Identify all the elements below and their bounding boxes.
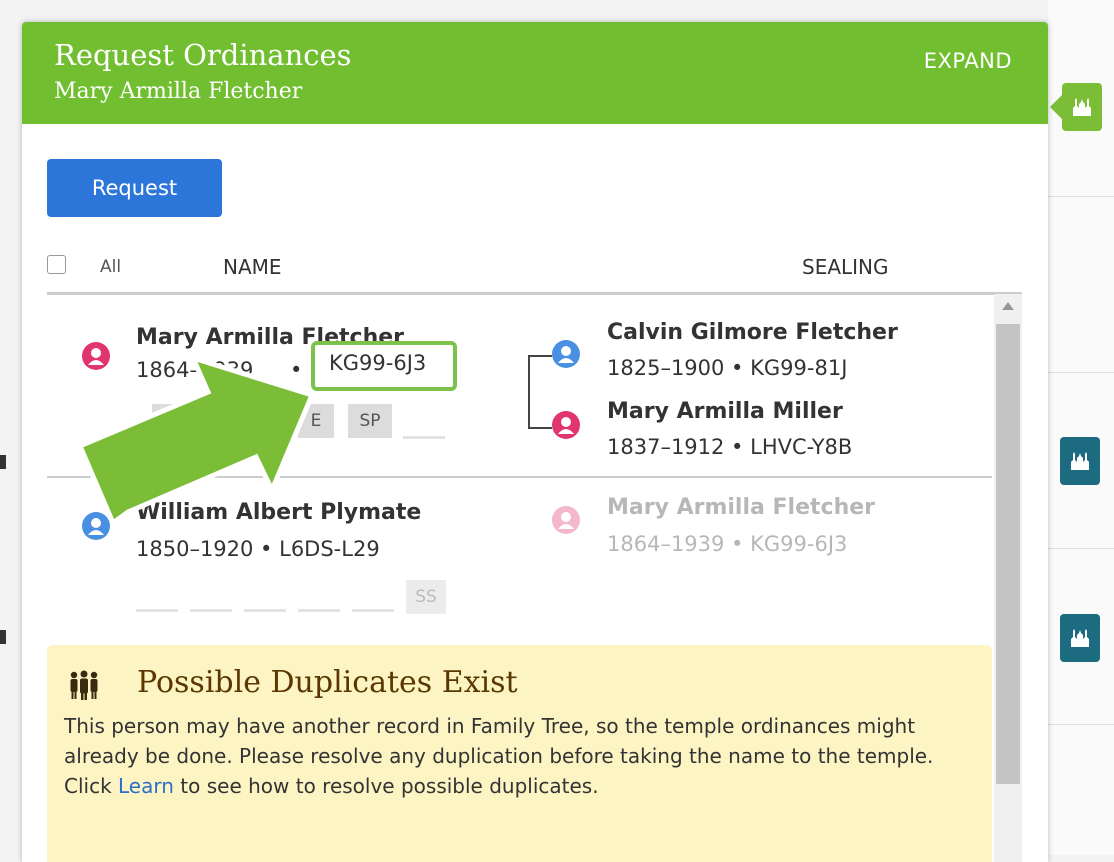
person-male-icon [552, 340, 580, 368]
background-divider [1048, 724, 1114, 725]
parents-bracket [528, 355, 552, 429]
request-button[interactable]: Request [47, 159, 222, 217]
dialog-header: Request Ordinances Mary Armilla Fletcher… [22, 22, 1048, 124]
temple-icon [1071, 629, 1089, 647]
bullet-separator: • [290, 358, 303, 382]
duplicates-warning: Possible Duplicates Exist This person ma… [47, 645, 992, 862]
temple-icon [1073, 98, 1091, 116]
person-id[interactable]: KG99-6J3 [329, 351, 426, 375]
warning-title: Possible Duplicates Exist [137, 665, 518, 700]
select-all-label: All [100, 257, 122, 277]
background-divider [1048, 196, 1114, 197]
warning-text: to see how to resolve possible duplicate… [173, 774, 599, 798]
background-divider [1048, 548, 1114, 549]
scroll-thumb[interactable] [996, 324, 1020, 784]
request-ordinances-dialog: Request Ordinances Mary Armilla Fletcher… [22, 22, 1048, 862]
person-female-icon [552, 411, 580, 439]
spouse-name[interactable]: William Albert Plymate [136, 500, 421, 525]
scroll-up-arrow[interactable] [1002, 302, 1014, 310]
person-male-icon [82, 512, 110, 540]
background-edge-mark [0, 455, 6, 469]
learn-link[interactable]: Learn [118, 774, 174, 798]
temple-tab[interactable] [1060, 437, 1100, 485]
dialog-subtitle: Mary Armilla Fletcher [54, 79, 303, 104]
ordinance-placeholder [190, 609, 232, 612]
ordinance-endowment[interactable]: E [298, 404, 334, 438]
ordinance-sealing-spouse[interactable]: SS [406, 580, 446, 614]
name-column-header: NAME [223, 255, 282, 279]
background-edge-mark [0, 630, 6, 644]
expand-button[interactable]: EXPAND [924, 49, 1012, 73]
sealing-column-header: SEALING [802, 255, 889, 279]
dialog-title: Request Ordinances [54, 38, 352, 72]
scrollbar[interactable] [994, 294, 1022, 862]
ordinance-sealing-parents[interactable]: SP [348, 404, 392, 438]
father-name[interactable]: Calvin Gilmore Fletcher [607, 320, 898, 345]
background-divider [1048, 372, 1114, 373]
ordinance-placeholder [298, 609, 340, 612]
ordinance-placeholder [136, 609, 178, 612]
family-group-icon [70, 670, 98, 700]
spouse-info: 1850–1920 • L6DS-L29 [136, 537, 380, 561]
father-info: 1825–1900 • KG99-81J [607, 356, 848, 380]
ordinance-placeholder [244, 609, 286, 612]
person-years: 1864–1939 [136, 358, 254, 382]
warning-body: This person may have another record in F… [64, 711, 984, 801]
mother-name[interactable]: Mary Armilla Miller [607, 399, 843, 424]
mother-info: 1837–1912 • LHVC-Y8B [607, 435, 853, 459]
select-all-checkbox[interactable] [47, 255, 66, 274]
temple-icon [1071, 452, 1089, 470]
ordinance-chip-hidden [152, 404, 188, 438]
header-rule [47, 292, 1022, 295]
sealing-spouse-info: 1864–1939 • KG99-6J3 [607, 532, 848, 556]
person-female-icon [552, 506, 580, 534]
row-divider [47, 476, 992, 478]
person-female-icon [82, 342, 110, 370]
temple-tab-active[interactable] [1050, 83, 1102, 131]
sealing-spouse-name: Mary Armilla Fletcher [607, 495, 875, 520]
ordinance-placeholder [352, 609, 394, 612]
temple-tab[interactable] [1060, 614, 1100, 662]
ordinance-placeholder [403, 436, 445, 439]
